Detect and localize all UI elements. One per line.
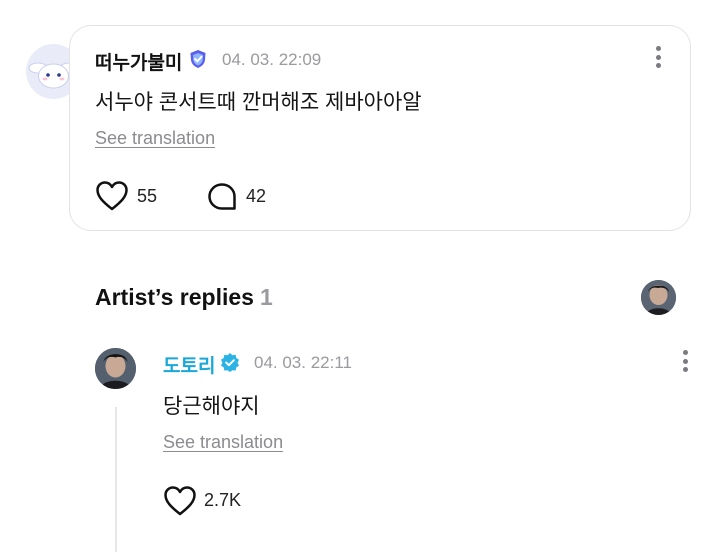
artist-reply-like-heart-icon[interactable] xyxy=(163,485,197,517)
comment-like-heart-icon[interactable] xyxy=(95,180,129,212)
comment-reply-count: 42 xyxy=(246,186,267,206)
artist-replies-title: Artist’s replies xyxy=(95,284,254,310)
reply-thread-line xyxy=(115,407,117,552)
comment-see-translation-link[interactable]: See translation xyxy=(95,128,215,149)
comment-more-options-icon[interactable] xyxy=(654,46,662,70)
artist-reply-more-options-icon[interactable] xyxy=(681,350,689,374)
artist-photo xyxy=(95,348,136,389)
commenter-name[interactable]: 떠누가불미 xyxy=(95,48,182,75)
comment-like-count: 55 xyxy=(137,186,158,206)
artist-reply-name[interactable]: 도토리 xyxy=(163,351,215,378)
artist-replies-avatar[interactable] xyxy=(641,280,676,315)
verified-artist-badge-icon xyxy=(221,353,239,372)
comment-reply-bubble-icon[interactable] xyxy=(207,182,237,212)
artist-replies-heading: Artist’s replies 1 xyxy=(95,284,273,311)
artist-reply-like-count: 2.7K xyxy=(204,490,242,510)
artist-reply-timestamp: 04. 03. 22:11 xyxy=(254,353,352,372)
verified-fan-badge-icon xyxy=(190,50,206,68)
comment-text: 서누야 콘서트때 깐머해조 제바아아알 xyxy=(95,91,422,114)
artist-reply-see-translation-link[interactable]: See translation xyxy=(163,432,283,453)
comment-timestamp: 04. 03. 22:09 xyxy=(222,50,322,69)
artist-photo-small xyxy=(641,280,676,315)
artist-reply-avatar[interactable] xyxy=(95,348,136,389)
artist-reply-text: 당근해야지 xyxy=(163,395,260,418)
artist-replies-count: 1 xyxy=(259,284,273,310)
